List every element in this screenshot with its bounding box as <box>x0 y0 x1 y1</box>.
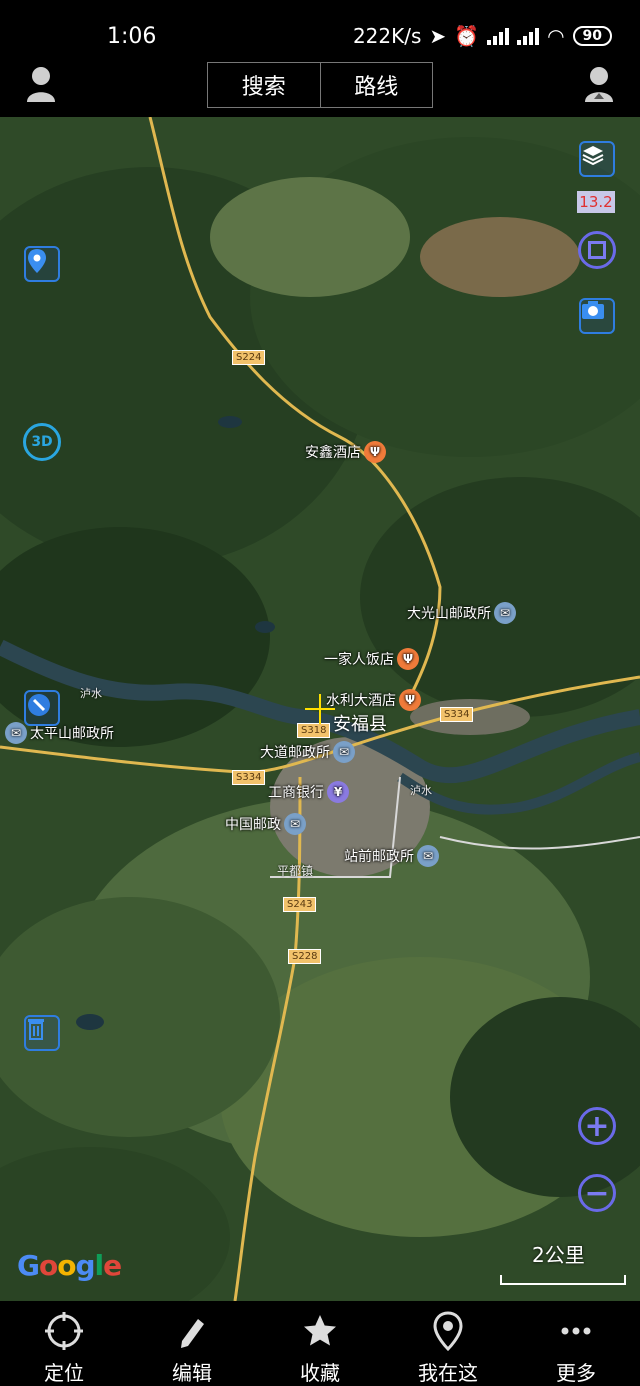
compass-icon <box>28 694 50 716</box>
scale-label: 2公里 <box>532 1243 585 1267</box>
zoom-level-badge: 13.2 <box>577 191 615 213</box>
top-header: 搜索 路线 <box>0 55 640 117</box>
layers-button[interactable] <box>579 141 615 177</box>
nav-label: 定位 <box>44 1361 84 1385</box>
location-icon: ➤ <box>429 24 447 48</box>
poi-label: 一家人饭店 <box>324 652 394 668</box>
town-label: 安福县 <box>333 714 387 735</box>
tab-route[interactable]: 路线 <box>319 63 433 107</box>
mail-icon: ✉ <box>5 722 27 744</box>
status-time: 1:06 <box>107 24 157 49</box>
river-label: 泸水 <box>80 687 102 700</box>
poi-label: 太平山邮政所 <box>30 726 114 742</box>
layers-icon <box>582 146 604 166</box>
poi-daguangshan-post[interactable]: 大光山邮政所 ✉ <box>407 602 516 624</box>
nav-locate[interactable]: 定位 <box>0 1301 128 1386</box>
road-shield: S334 <box>232 770 266 785</box>
select-area-button[interactable] <box>578 231 616 269</box>
road-shield: S318 <box>297 723 331 738</box>
zoom-in-button[interactable]: + <box>578 1107 616 1145</box>
nav-i-am-here[interactable]: 我在这 <box>384 1301 512 1386</box>
map-pin-icon <box>28 249 46 273</box>
alarm-icon: ⏰ <box>454 24 480 48</box>
restaurant-icon: Ψ <box>397 648 419 670</box>
poi-label: 站前邮政所 <box>344 849 414 865</box>
poi-label: 中国邮政 <box>225 817 281 833</box>
google-logo: Google <box>17 1249 122 1282</box>
poi-dadao-post[interactable]: 大道邮政所 ✉ <box>260 741 355 763</box>
poi-anxin-hotel[interactable]: 安鑫酒店 Ψ <box>305 441 386 463</box>
poi-icbc[interactable]: 工商银行 ¥ <box>268 781 349 803</box>
minus-icon: − <box>584 1175 610 1211</box>
restaurant-icon: Ψ <box>399 689 421 711</box>
pencil-icon <box>181 1319 204 1348</box>
plus-icon: + <box>584 1108 610 1144</box>
satellite-map[interactable]: S224 S318 S334 S334 S243 S228 泸水 泸水 安鑫酒店… <box>0 117 640 1301</box>
road-shield: S228 <box>288 949 322 964</box>
road-shield: S243 <box>283 897 317 912</box>
river-label: 泸水 <box>410 784 432 797</box>
poi-yijiaren-restaurant[interactable]: 一家人饭店 Ψ <box>324 648 419 670</box>
user-icon[interactable] <box>26 65 56 103</box>
bank-icon: ¥ <box>327 781 349 803</box>
poi-taipingshan-post[interactable]: ✉ 太平山邮政所 <box>5 722 114 744</box>
compass-button[interactable] <box>24 690 60 726</box>
poi-label: 水利大酒店 <box>326 693 396 709</box>
camera-icon <box>582 301 604 319</box>
nav-label: 更多 <box>556 1361 596 1385</box>
poi-label: 工商银行 <box>268 785 324 801</box>
nav-favorites[interactable]: 收藏 <box>256 1301 384 1386</box>
status-indicators: 222K/s ➤ ⏰ ◠ 90 <box>353 24 612 48</box>
mail-icon: ✉ <box>284 813 306 835</box>
nav-label: 我在这 <box>418 1361 478 1385</box>
mode-segmented-control: 搜索 路线 <box>207 62 433 108</box>
wifi-icon: ◠ <box>547 24 565 48</box>
town-label: 平都镇 <box>277 864 314 878</box>
nav-more[interactable]: 更多 <box>512 1301 640 1386</box>
3d-toggle-button[interactable]: 3D <box>23 423 61 461</box>
mail-icon: ✉ <box>494 602 516 624</box>
signal-hd-icon <box>517 27 540 45</box>
poi-shuili-hotel[interactable]: 水利大酒店 Ψ <box>326 689 421 711</box>
poi-china-post[interactable]: 中国邮政 ✉ <box>225 813 306 835</box>
poi-zhanqian-post[interactable]: 站前邮政所 ✉ <box>344 845 439 867</box>
battery-indicator: 90 <box>572 26 612 46</box>
location-marker-button[interactable] <box>24 246 60 282</box>
star-icon <box>304 1315 336 1346</box>
net-speed: 222K/s <box>352 24 422 48</box>
clear-button[interactable] <box>24 1015 60 1051</box>
crosshair-icon <box>305 694 335 724</box>
more-dots-icon <box>561 1327 591 1335</box>
map-pin-icon <box>433 1311 463 1351</box>
poi-label: 大光山邮政所 <box>407 606 491 622</box>
crosshair-icon <box>45 1312 83 1350</box>
restaurant-icon: Ψ <box>364 441 386 463</box>
road-shield: S334 <box>440 707 474 722</box>
road-shield: S224 <box>232 350 266 365</box>
nav-label: 编辑 <box>172 1361 212 1385</box>
signal-icon <box>487 27 510 45</box>
scale-bar <box>500 1275 626 1285</box>
poi-label: 安鑫酒店 <box>305 445 361 461</box>
square-icon <box>588 241 606 259</box>
home-user-icon[interactable] <box>584 65 614 103</box>
mail-icon: ✉ <box>417 845 439 867</box>
nav-edit[interactable]: 编辑 <box>128 1301 256 1386</box>
bottom-nav: 定位 编辑 收藏 我在这 更多 <box>0 1301 640 1386</box>
tab-search[interactable]: 搜索 <box>208 63 320 107</box>
mail-icon: ✉ <box>333 741 355 763</box>
poi-label: 大道邮政所 <box>260 745 330 761</box>
trash-icon <box>28 1019 44 1040</box>
nav-label: 收藏 <box>300 1361 340 1385</box>
screenshot-button[interactable] <box>579 298 615 334</box>
3d-icon: 3D <box>31 434 53 450</box>
zoom-out-button[interactable]: − <box>578 1174 616 1212</box>
